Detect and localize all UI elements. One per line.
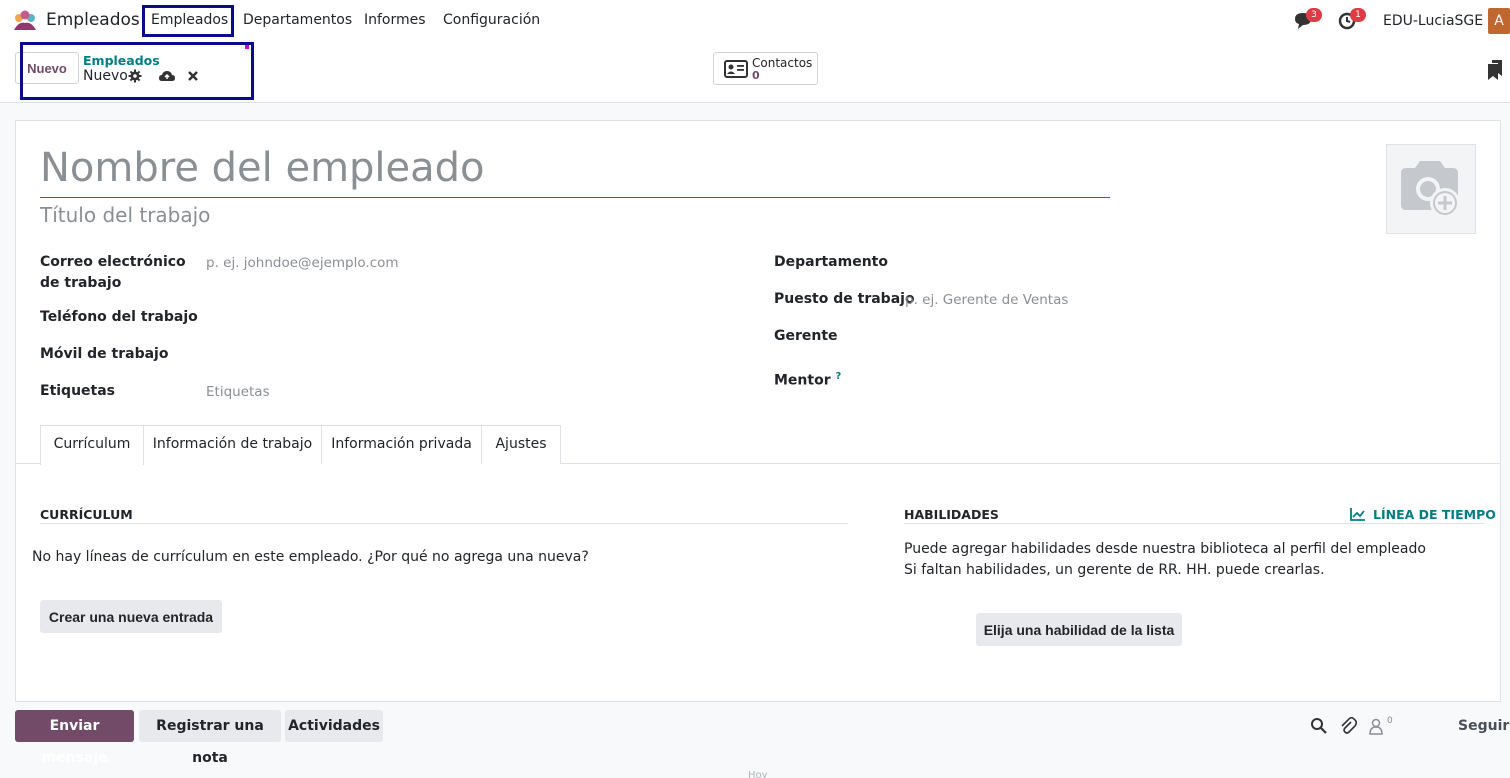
mentor-label-text: Mentor: [774, 372, 831, 389]
tags-label: Etiquetas: [40, 383, 116, 399]
chatter-date-separator: Hoy: [748, 770, 768, 778]
manager-label: Gerente: [774, 328, 838, 344]
employee-name-input[interactable]: Nombre del empleado: [40, 145, 1110, 198]
resume-empty-text: No hay líneas de currículum en este empl…: [32, 549, 589, 565]
resume-divider: [40, 523, 848, 524]
timeline-link-label: LÍNEA DE TIEMPO: [1373, 507, 1496, 522]
company-switcher[interactable]: EDU-LuciaSGE: [1383, 13, 1483, 29]
bookmark-icon[interactable]: [1488, 60, 1502, 80]
tab-informacion-privada[interactable]: Información privada: [321, 425, 482, 464]
menu-informes[interactable]: Informes: [364, 12, 426, 28]
menu-configuracion[interactable]: Configuración: [443, 12, 540, 28]
skills-text-1: Puede agregar habilidades desde nuestra …: [904, 541, 1426, 557]
email-label: Correo electrónico de trabajo: [40, 254, 186, 291]
control-panel: Nuevo Empleados Nuevo Contactos 0: [0, 42, 1510, 103]
menu-departamentos[interactable]: Departamentos: [243, 12, 352, 28]
tab-curriculum[interactable]: Currículum: [40, 425, 144, 465]
tab-informacion-trabajo[interactable]: Información de trabajo: [143, 425, 322, 464]
tags-field[interactable]: Etiquetas: [206, 384, 270, 400]
search-icon[interactable]: [1310, 717, 1328, 735]
tab-ajustes[interactable]: Ajustes: [481, 425, 561, 464]
highlight-box-breadcrumb: [20, 42, 254, 100]
employee-photo-upload[interactable]: [1386, 144, 1476, 234]
mentor-label: Mentor ?: [774, 366, 841, 392]
create-resume-entry-button[interactable]: Crear una nueva entrada: [40, 600, 222, 633]
activities-badge: 1: [1350, 8, 1366, 22]
contacts-label: Contactos: [752, 56, 813, 70]
messages-badge: 3: [1306, 8, 1322, 22]
department-label: Departamento: [774, 254, 888, 270]
contacts-count: 0: [752, 69, 760, 82]
app-icon[interactable]: [12, 10, 38, 32]
followers-user-icon[interactable]: [1368, 717, 1386, 735]
paperclip-icon[interactable]: [1339, 717, 1357, 735]
resume-section-title: CURRÍCULUM: [40, 507, 133, 522]
chart-line-icon: [1350, 508, 1365, 521]
skills-section-title: HABILIDADES: [904, 507, 999, 522]
job-position-field[interactable]: p. ej. Gerente de Ventas: [905, 292, 1068, 308]
work-phone-label: Teléfono del trabajo: [40, 309, 198, 325]
send-message-button[interactable]: Enviar mensaje: [15, 710, 134, 766]
skills-divider: [904, 523, 1484, 524]
work-mobile-label: Móvil de trabajo: [40, 346, 169, 362]
notebook-tabs: Currículum Información de trabajo Inform…: [16, 425, 1500, 465]
highlight-box-menu: [142, 5, 234, 37]
form-sheet: Nombre del empleado Título del trabajo C…: [15, 120, 1501, 702]
email-field[interactable]: p. ej. johndoe@ejemplo.com: [206, 255, 399, 271]
pick-skill-button[interactable]: Elija una habilidad de la lista: [976, 613, 1182, 646]
app-name[interactable]: Empleados: [46, 10, 140, 30]
highlight-marker: [245, 45, 249, 49]
mentor-help-icon[interactable]: ?: [835, 371, 841, 382]
skills-text-2: Si faltan habilidades, un gerente de RR.…: [904, 562, 1325, 578]
user-avatar[interactable]: A: [1488, 8, 1510, 34]
top-navbar: Empleados Empleados Departamentos Inform…: [0, 0, 1510, 42]
followers-count: 0: [1387, 716, 1393, 726]
contacts-smart-button[interactable]: Contactos 0: [713, 52, 818, 85]
job-position-label: Puesto de trabajo: [774, 291, 915, 307]
activities-button[interactable]: Actividades: [285, 710, 383, 742]
camera-plus-icon: [1401, 161, 1460, 218]
address-card-icon: [724, 60, 748, 78]
log-note-button[interactable]: Registrar una nota: [139, 710, 281, 766]
job-title-input[interactable]: Título del trabajo: [40, 203, 210, 227]
follow-button[interactable]: Seguir: [1458, 718, 1509, 734]
